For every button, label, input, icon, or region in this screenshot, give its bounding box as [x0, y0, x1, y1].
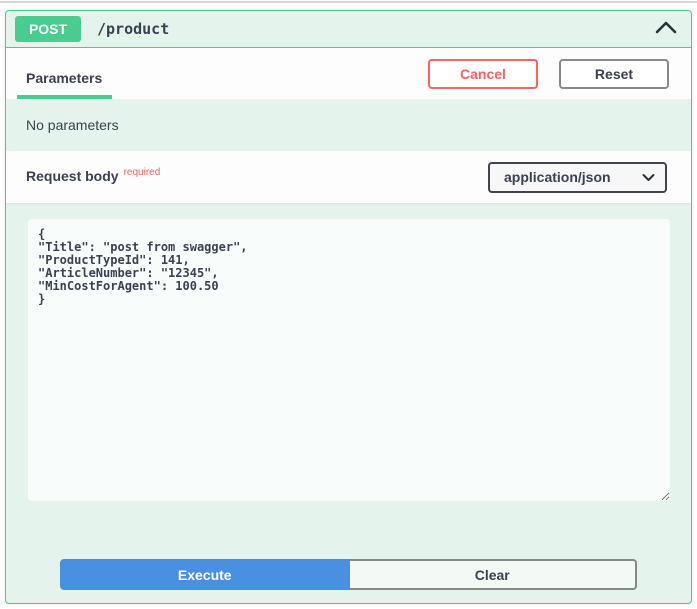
collapse-button[interactable] — [653, 18, 679, 41]
endpoint-path: /product — [97, 20, 169, 38]
request-body-title-group: Request bodyrequired — [26, 168, 160, 186]
chevron-down-icon — [642, 169, 655, 185]
method-badge: POST — [15, 16, 81, 42]
parameters-section-header: Parameters Cancel Reset — [6, 48, 691, 99]
request-body-textarea[interactable]: { "Title": "post from swagger", "Product… — [28, 219, 670, 501]
request-body-header: Request bodyrequired application/json — [6, 151, 691, 203]
request-body-title: Request body — [26, 168, 119, 184]
media-type-select[interactable]: application/json — [488, 162, 667, 193]
cancel-button[interactable]: Cancel — [428, 59, 538, 89]
clear-button[interactable]: Clear — [350, 559, 638, 590]
page-top-divider — [0, 1, 697, 3]
execute-button-group: Execute Clear — [60, 559, 637, 590]
tab-parameters[interactable]: Parameters — [17, 70, 112, 99]
chevron-up-icon — [655, 20, 677, 39]
request-body-editor-section: { "Title": "post from swagger", "Product… — [6, 203, 691, 590]
required-badge: required — [119, 167, 161, 178]
parameters-header-buttons: Cancel Reset — [428, 59, 669, 89]
execute-button[interactable]: Execute — [60, 559, 350, 590]
reset-button[interactable]: Reset — [559, 59, 669, 89]
operation-summary[interactable]: POST /product — [6, 11, 691, 48]
operation-block-post-product: POST /product Parameters Cancel Reset No… — [5, 10, 692, 604]
media-type-value: application/json — [504, 169, 611, 185]
no-parameters-message: No parameters — [6, 99, 691, 151]
